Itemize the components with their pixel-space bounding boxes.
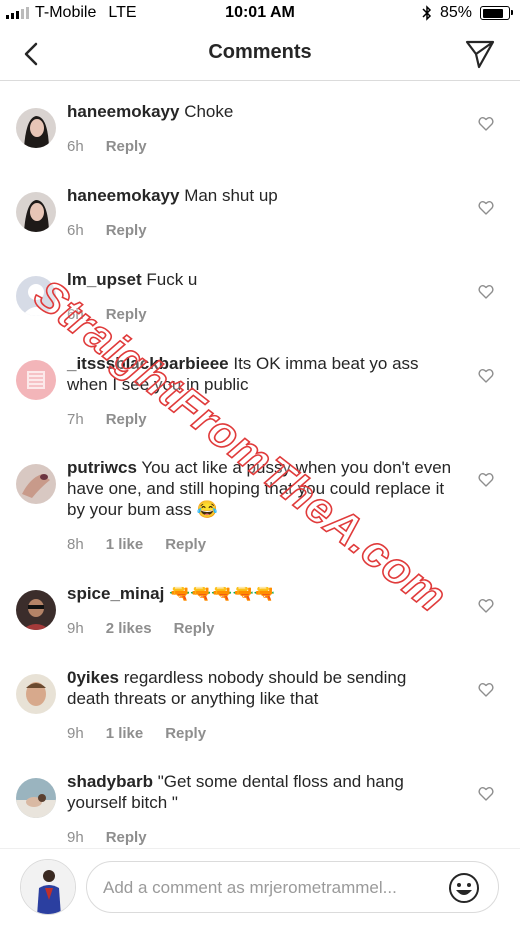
comment-input-placeholder: Add a comment as mrjerometrammel... (103, 878, 397, 897)
comment-body: _itsssblackbarbieee Its OK imma beat yo … (67, 353, 452, 395)
comment-meta: 9h 2 likes Reply (67, 620, 214, 637)
comment-input-bar: Add a comment as mrjerometrammel... (0, 848, 520, 925)
reply-button[interactable]: Reply (165, 725, 206, 742)
like-heart-icon[interactable] (478, 368, 494, 383)
comment-time: 9h (67, 725, 84, 742)
comment-text: 🔫🔫🔫🔫🔫 (169, 584, 275, 603)
comment-meta: 9h Reply (67, 829, 147, 846)
emoji-icon[interactable] (448, 872, 480, 904)
reply-button[interactable]: Reply (106, 222, 147, 239)
like-heart-icon[interactable] (478, 200, 494, 215)
comment-meta: 8h 1 like Reply (67, 536, 206, 553)
comment-time: 6h (67, 138, 84, 155)
commenter-avatar[interactable] (16, 464, 56, 504)
comment-text: Man shut up (184, 186, 278, 205)
comment-username[interactable]: 0yikes (67, 668, 119, 687)
like-heart-icon[interactable] (478, 598, 494, 613)
comment-likes[interactable]: 2 likes (106, 620, 152, 637)
my-avatar (20, 859, 76, 915)
comment-time: 7h (67, 411, 84, 428)
comment-time: 6h (67, 306, 84, 323)
comment-username[interactable]: _itsssblackbarbieee (67, 354, 229, 373)
comment-meta: 6h Reply (67, 222, 147, 239)
header: Comments (0, 28, 520, 81)
comment-meta: 9h 1 like Reply (67, 725, 206, 742)
like-heart-icon[interactable] (478, 472, 494, 487)
status-bar: T-Mobile LTE 10:01 AM 85% (0, 0, 520, 28)
commenter-avatar[interactable] (16, 360, 56, 400)
reply-button[interactable]: Reply (165, 536, 206, 553)
like-heart-icon[interactable] (478, 786, 494, 801)
comment-body: shadybarb "Get some dental floss and han… (67, 771, 452, 813)
comment-time: 9h (67, 620, 84, 637)
like-heart-icon[interactable] (478, 682, 494, 697)
reply-button[interactable]: Reply (106, 411, 147, 428)
comment-text: Fuck u (146, 270, 198, 289)
battery-percent: 85% (439, 4, 472, 21)
comment-body: haneemokayy Choke (67, 101, 452, 122)
commenter-avatar[interactable] (16, 192, 56, 232)
commenter-avatar[interactable] (16, 108, 56, 148)
battery-icon (480, 6, 513, 20)
commenter-avatar[interactable] (16, 276, 56, 316)
reply-button[interactable]: Reply (106, 829, 147, 846)
comment-body: putriwcs You act like a pussy when you d… (67, 457, 452, 520)
comment-time: 8h (67, 536, 84, 553)
reply-button[interactable]: Reply (174, 620, 215, 637)
comment-username[interactable]: lm_upset (67, 270, 142, 289)
commenter-avatar[interactable] (16, 778, 56, 818)
comment-meta: 6h Reply (67, 306, 147, 323)
direct-send-icon[interactable] (464, 39, 496, 69)
reply-button[interactable]: Reply (106, 138, 147, 155)
comment-username[interactable]: haneemokayy (67, 102, 179, 121)
comment-username[interactable]: shadybarb (67, 772, 153, 791)
page-title: Comments (208, 41, 312, 63)
comment-time: 6h (67, 222, 84, 239)
comment-likes[interactable]: 1 like (106, 725, 144, 742)
comment-username[interactable]: putriwcs (67, 458, 137, 477)
comment-body: haneemokayy Man shut up (67, 185, 452, 206)
comment-username[interactable]: haneemokayy (67, 186, 179, 205)
like-heart-icon[interactable] (478, 116, 494, 131)
comment-likes[interactable]: 1 like (106, 536, 144, 553)
comment-body: lm_upset Fuck u (67, 269, 452, 290)
comment-body: 0yikes regardless nobody should be sendi… (67, 667, 452, 709)
commenter-avatar[interactable] (16, 590, 56, 630)
comment-meta: 7h Reply (67, 411, 147, 428)
reply-button[interactable]: Reply (106, 306, 147, 323)
bluetooth-icon (422, 5, 432, 21)
comment-meta: 6h Reply (67, 138, 147, 155)
comment-time: 9h (67, 829, 84, 846)
comment-username[interactable]: spice_minaj (67, 584, 164, 603)
like-heart-icon[interactable] (478, 284, 494, 299)
commenter-avatar[interactable] (16, 674, 56, 714)
comment-text: Choke (184, 102, 234, 121)
comment-input[interactable]: Add a comment as mrjerometrammel... (86, 861, 499, 913)
comment-body: spice_minaj 🔫🔫🔫🔫🔫 (67, 583, 452, 604)
